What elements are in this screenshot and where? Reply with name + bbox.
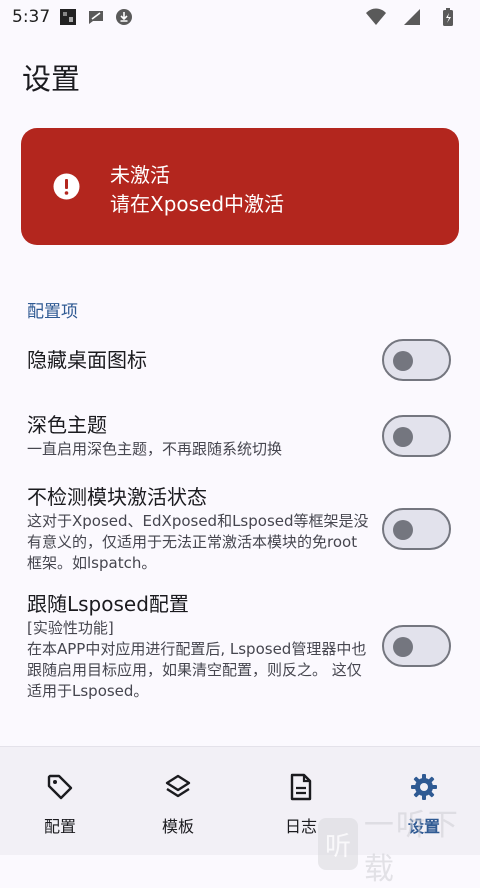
signal-icon [402,7,422,27]
section-header: 配置项 [27,302,78,322]
skip-check-switch[interactable] [382,508,451,550]
nav-label: 配置 [43,817,76,836]
gear-icon [408,771,440,803]
watermark-text: 一听下载 [363,808,460,887]
setting-title: 跟随Lsposed配置 [27,592,189,616]
setting-description: 这对于Xposed、EdXposed和Lsposed等框架是没有意义的，仅适用于… [27,512,369,572]
status-time: 5:37 [12,7,51,27]
setting-hide-launcher-icon[interactable]: 隐藏桌面图标 [27,339,457,384]
alert-icon [53,173,80,200]
layers-icon [162,771,194,803]
activation-status-banner[interactable]: 未激活 请在Xposed中激活 [21,128,459,245]
download-notification-icon [114,7,134,27]
dark-theme-switch[interactable] [382,415,451,457]
banner-title: 未激活 [110,163,170,187]
tag-icon [44,771,76,803]
switch-thumb [393,427,413,447]
nav-item-config[interactable]: 配置 [0,747,120,856]
setting-description-tag: [实验性功能] [27,619,114,637]
watermark-logo: 听 [318,818,358,870]
nav-label: 模板 [161,817,194,836]
switch-thumb [393,520,413,540]
switch-thumb [393,351,413,371]
switch-thumb [393,637,413,657]
setting-skip-activation-check[interactable]: 不检测模块激活状态 这对于Xposed、EdXposed和Lsposed等框架是… [27,483,457,578]
sms-notification-icon [86,7,106,27]
watermark: 听 一听下载 [318,800,480,888]
follow-lsposed-switch[interactable] [382,625,451,667]
document-icon [285,771,317,803]
setting-description: 在本APP中对应用进行配置后, Lsposed管理器中也跟随启用目标应用，如果清… [27,640,367,700]
nav-label: 日志 [284,817,317,836]
setting-dark-theme[interactable]: 深色主题 一直启用深色主题，不再跟随系统切换 [27,411,457,463]
battery-icon [438,7,458,27]
status-bar: 5:37 [0,0,480,34]
nav-item-templates[interactable]: 模板 [118,747,238,856]
banner-subtitle: 请在Xposed中激活 [110,192,285,216]
wifi-icon [366,7,386,27]
setting-follow-lsposed[interactable]: 跟随Lsposed配置 [实验性功能] 在本APP中对应用进行配置后, Lspo… [27,590,457,708]
setting-description: 一直启用深色主题，不再跟随系统切换 [27,440,283,458]
hide-icon-switch[interactable] [382,339,451,381]
app-notification-icon [58,7,78,27]
setting-title: 不检测模块激活状态 [27,485,207,509]
page-title: 设置 [22,62,81,96]
